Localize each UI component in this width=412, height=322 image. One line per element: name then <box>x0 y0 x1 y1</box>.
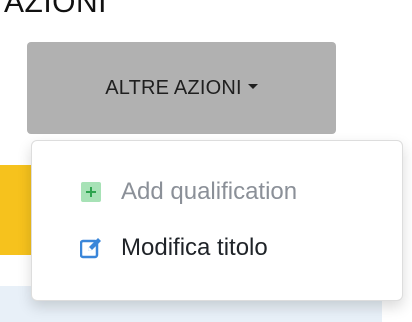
menu-item-add-qualification[interactable]: Add qualification <box>32 165 402 219</box>
plus-square-icon <box>79 180 103 204</box>
other-actions-label: ALTRE AZIONI <box>105 76 242 99</box>
other-actions-button[interactable]: ALTRE AZIONI <box>27 42 336 134</box>
dropdown-menu: Add qualification Modifica titolo <box>31 140 403 301</box>
menu-item-modifica-titolo[interactable]: Modifica titolo <box>32 221 402 275</box>
partial-heading: AZIONI <box>4 0 108 19</box>
page: AZIONI ALTRE AZIONI Add qualification Mo… <box>0 0 412 322</box>
pencil-square-icon <box>79 236 103 260</box>
menu-item-label: Add qualification <box>121 178 298 205</box>
menu-item-label: Modifica titolo <box>121 234 268 261</box>
chevron-down-icon <box>247 83 258 89</box>
